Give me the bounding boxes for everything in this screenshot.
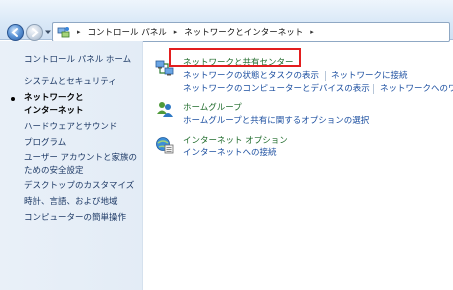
add-device-to-network-link[interactable]: ネットワークへのワ bbox=[380, 83, 453, 95]
forward-arrow-icon bbox=[32, 28, 39, 37]
sidebar-item-programs[interactable]: プログラム bbox=[24, 137, 66, 150]
sidebar-item-system-security[interactable]: システムとセキュリティ bbox=[24, 76, 117, 89]
current-item-bullet-icon bbox=[11, 97, 15, 101]
internet-options-icon[interactable] bbox=[155, 135, 175, 155]
homegroup-icon[interactable] bbox=[155, 99, 175, 119]
sidebar-home-link[interactable]: コントロール パネル ホーム bbox=[24, 54, 131, 67]
network-location-icon bbox=[57, 26, 70, 37]
sidebar-item-label: ユーザー アカウントと家族の bbox=[24, 153, 138, 163]
link-separator bbox=[373, 84, 374, 94]
connect-to-network-link[interactable]: ネットワークに接続 bbox=[331, 70, 408, 82]
back-button[interactable] bbox=[7, 24, 24, 41]
internet-options-title[interactable]: インターネット オプション bbox=[183, 135, 288, 147]
recent-pages-dropdown-icon[interactable] bbox=[45, 29, 51, 35]
link-separator bbox=[325, 71, 326, 81]
sidebar-item-ease-of-access[interactable]: コンピューターの簡単操作 bbox=[24, 212, 126, 225]
sidebar-item-label: ネットワークと bbox=[24, 93, 84, 103]
view-network-computers-link[interactable]: ネットワークのコンピューターとデバイスの表示 bbox=[183, 83, 370, 95]
sidebar-item-network-internet: ネットワークと インターネット bbox=[24, 92, 84, 118]
sidebar-item-hardware-sound[interactable]: ハードウェアとサウンド bbox=[24, 121, 117, 134]
sidebar-item-user-accounts[interactable]: ユーザー アカウントと家族の ための安全設定 bbox=[24, 152, 137, 178]
breadcrumb-network-internet[interactable]: ネットワークとインターネット bbox=[184, 26, 303, 38]
main-content: ネットワークと共有センター ネットワークの状態とタスクの表示 ネットワークに接続… bbox=[144, 41, 453, 290]
connect-to-internet-link[interactable]: インターネットへの接続 bbox=[183, 147, 277, 159]
sidebar-item-clock-language-region[interactable]: 時計、言語、および地域 bbox=[24, 196, 118, 209]
sidebar-item-label: ための安全設定 bbox=[24, 166, 84, 176]
sidebar: コントロール パネル ホーム システムとセキュリティ ネットワークと インターネ… bbox=[0, 41, 143, 290]
breadcrumb-separator-icon[interactable]: ▸ bbox=[174, 28, 178, 36]
breadcrumb-control-panel[interactable]: コントロール パネル bbox=[88, 26, 167, 38]
view-network-status-link[interactable]: ネットワークの状態とタスクの表示 bbox=[183, 70, 319, 82]
homegroup-sharing-options-link[interactable]: ホームグループと共有に関するオプションの選択 bbox=[183, 115, 369, 127]
back-arrow-icon bbox=[11, 28, 18, 37]
forward-button[interactable] bbox=[26, 24, 43, 41]
address-box[interactable]: ▸ コントロール パネル ▸ ネットワークとインターネット ▸ bbox=[52, 22, 450, 42]
breadcrumb-separator-icon[interactable]: ▸ bbox=[310, 28, 314, 36]
sidebar-item-appearance[interactable]: デスクトップのカスタマイズ bbox=[24, 180, 134, 193]
homegroup-title[interactable]: ホームグループ bbox=[183, 102, 242, 114]
breadcrumb-separator-icon[interactable]: ▸ bbox=[77, 28, 81, 36]
highlight-annotation bbox=[169, 48, 301, 67]
address-bar-area: ▸ コントロール パネル ▸ ネットワークとインターネット ▸ bbox=[0, 0, 453, 42]
sidebar-item-label: インターネット bbox=[24, 106, 84, 116]
